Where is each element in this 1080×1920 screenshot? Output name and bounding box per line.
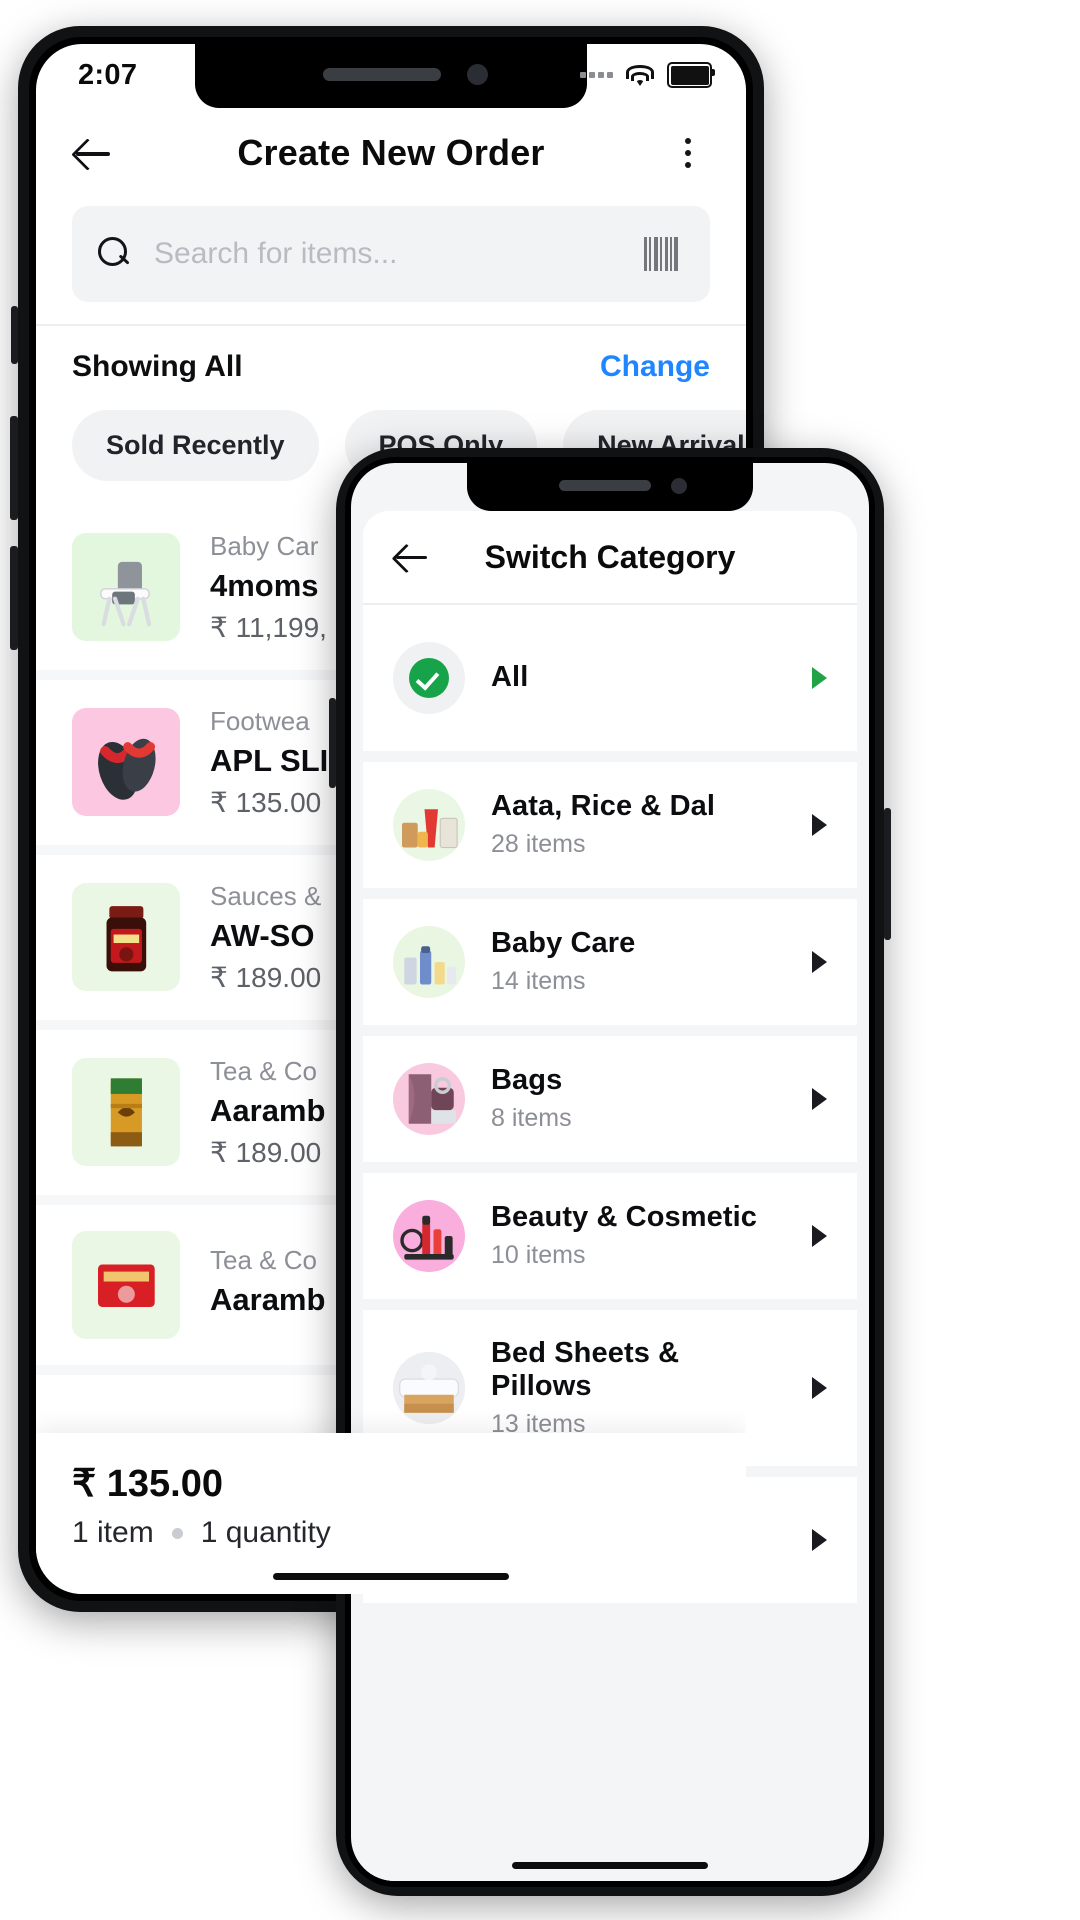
chip-sold-recently[interactable]: Sold Recently [72, 409, 319, 481]
category-count: 28 items [491, 830, 586, 858]
category-name: Baby Care [491, 927, 636, 959]
category-text: Bed Sheets & Pillows 13 items [491, 1337, 786, 1439]
phone-device-front: Switch Category All Aata, Rice & Dal 28 … [329, 448, 891, 1896]
search-icon [98, 237, 132, 271]
category-row[interactable]: Bags 8 items [363, 1035, 857, 1162]
appbar-create-order: Create New Order [36, 106, 746, 200]
home-indicator-front[interactable] [512, 1862, 708, 1869]
switch-category-sheet: Switch Category All Aata, Rice & Dal 28 … [363, 511, 857, 1881]
summary-item-count: 1 item [72, 1516, 154, 1549]
tea-box-icon [72, 1230, 180, 1339]
summary-subline: 1 item 1 quantity [72, 1516, 710, 1550]
chevron-right-icon [812, 813, 827, 836]
front-camera-icon [671, 478, 687, 494]
earpiece-speaker [559, 480, 651, 491]
category-name: Beauty & Cosmetic [491, 1201, 757, 1233]
showing-label: Showing All [72, 349, 243, 383]
category-name: Bags [491, 1064, 563, 1096]
status-bar-indicators [580, 62, 715, 88]
appbar-switch-category: Switch Category [363, 511, 857, 603]
handbag-icon [393, 1062, 465, 1135]
baby-care-icon [393, 925, 465, 998]
category-list[interactable]: All Aata, Rice & Dal 28 items Baby Care … [363, 604, 857, 1881]
category-name: Aata, Rice & Dal [491, 790, 716, 822]
search-placeholder: Search for items... [154, 237, 398, 270]
summary-quantity: 1 quantity [200, 1516, 331, 1549]
grocery-staples-icon [393, 788, 465, 861]
change-category-link[interactable]: Change [600, 350, 710, 384]
back-button[interactable] [72, 131, 116, 175]
home-indicator-back[interactable] [273, 1573, 509, 1580]
bedding-icon [393, 1351, 465, 1424]
category-text: Bags 8 items [491, 1064, 786, 1133]
high-chair-icon [72, 533, 180, 641]
page-title: Create New Order [237, 132, 545, 173]
signal-dots-icon [580, 72, 613, 78]
status-bar-back: 2:07 [36, 44, 746, 106]
barcode-scan-icon[interactable] [644, 237, 684, 271]
status-bar-time: 2:07 [78, 58, 138, 91]
category-text: All [491, 661, 786, 694]
tea-pack-icon [72, 1058, 180, 1166]
phone-back-mute-button[interactable] [11, 306, 18, 364]
kebab-menu-icon[interactable] [666, 131, 710, 175]
category-row[interactable]: Aata, Rice & Dal 28 items [363, 761, 857, 888]
phone-front-power-button[interactable] [884, 808, 891, 940]
chevron-right-icon [812, 666, 827, 689]
phone-front-notch [467, 463, 753, 511]
category-count: 8 items [491, 1104, 572, 1132]
category-row[interactable]: Baby Care 14 items [363, 898, 857, 1025]
filter-header: Showing All Change [36, 326, 746, 400]
category-count: 10 items [491, 1241, 586, 1269]
battery-full-icon [667, 62, 715, 88]
search-section: Search for items... [36, 200, 746, 324]
cosmetics-icon [393, 1199, 465, 1272]
category-name: All [491, 661, 529, 693]
phone-back-volume-up-button[interactable] [10, 416, 18, 520]
order-summary-bar[interactable]: ₹ 135.00 1 item 1 quantity [36, 1433, 746, 1594]
category-row[interactable]: Beauty & Cosmetic 10 items [363, 1172, 857, 1299]
back-button[interactable] [393, 537, 433, 577]
phone-front-volume-button[interactable] [329, 698, 336, 788]
wifi-icon [626, 64, 654, 86]
category-row-all[interactable]: All [363, 604, 857, 751]
category-text: Aata, Rice & Dal 28 items [491, 790, 786, 859]
chevron-right-icon [812, 1376, 827, 1399]
phone-back-volume-down-button[interactable] [10, 546, 18, 650]
check-circle-icon [393, 641, 465, 714]
sauce-jar-icon [72, 883, 180, 991]
chevron-right-icon [812, 1224, 827, 1247]
category-name: Bed Sheets & Pillows [491, 1336, 680, 1402]
sandal-icon [72, 708, 180, 816]
category-count: 14 items [491, 967, 586, 995]
chevron-right-icon [812, 1528, 827, 1551]
category-text: Baby Care 14 items [491, 927, 786, 996]
screenshot-stage: 2:07 Create New Order Search for items..… [0, 0, 1080, 1920]
summary-total: ₹ 135.00 [72, 1463, 223, 1505]
chevron-right-icon [812, 950, 827, 973]
category-text: Beauty & Cosmetic 10 items [491, 1201, 786, 1270]
dot-separator-icon [171, 1527, 183, 1539]
sheet-title: Switch Category [484, 538, 736, 575]
phone-front-screen: Switch Category All Aata, Rice & Dal 28 … [351, 463, 869, 1881]
chevron-right-icon [812, 1087, 827, 1110]
search-input[interactable]: Search for items... [72, 206, 710, 302]
